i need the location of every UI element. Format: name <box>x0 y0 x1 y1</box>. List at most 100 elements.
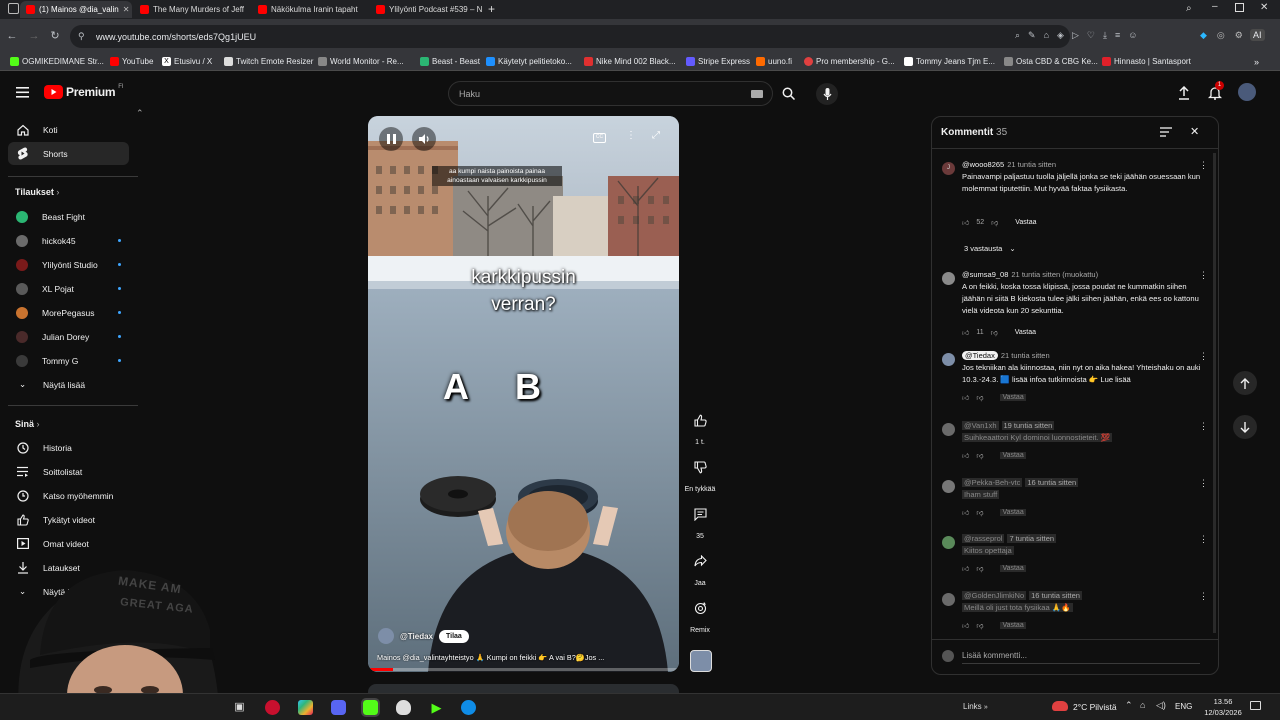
comment-avatar[interactable] <box>942 593 955 606</box>
remix-action[interactable]: Remix <box>688 596 712 634</box>
back-icon[interactable]: ← <box>6 30 18 42</box>
maximize-icon[interactable] <box>1235 3 1244 12</box>
sidebar-item-show-more[interactable]: ⌄ Näytä lisää <box>8 373 129 396</box>
voice-search-button[interactable] <box>816 83 838 105</box>
comment-time[interactable]: 21 tuntia sitten <box>1001 351 1050 360</box>
reply-button[interactable]: Vastaa <box>1000 394 1026 401</box>
hamburger-menu-icon[interactable] <box>16 87 29 98</box>
comment-menu-icon[interactable]: ⋮ <box>1199 160 1208 171</box>
dislike-icon[interactable]: 👎︎ <box>976 564 983 573</box>
sidebar-item-subscription[interactable]: Tommy G <box>8 349 129 372</box>
edit-icon[interactable]: ✎ <box>1028 30 1036 41</box>
sidebar-item-watch-later[interactable]: Katso myöhemmin <box>8 484 129 507</box>
sidebar-item-subscription[interactable]: Ylilyönti Studio <box>8 253 129 276</box>
avatar[interactable] <box>1238 83 1256 101</box>
dislike-icon[interactable]: 👎︎ <box>991 328 998 337</box>
fullscreen-icon[interactable]: ⤢ <box>652 130 660 141</box>
browser-tab[interactable]: Ylilyönti Podcast #539 – N <box>370 1 482 18</box>
extension-icon[interactable]: ⚙ <box>1235 30 1243 41</box>
reply-button[interactable]: Vastaa <box>1000 622 1026 629</box>
volume-tray-icon[interactable]: ◁) <box>1156 700 1166 711</box>
sort-icon[interactable] <box>1160 127 1172 137</box>
comment-time[interactable]: 21 tuntia sitten (muokattu) <box>1011 270 1098 279</box>
comment-author[interactable]: @Van1xh <box>962 421 999 430</box>
sidebar-item-subscription[interactable]: XL Pojat <box>8 277 129 300</box>
browser-tab[interactable]: The Many Murders of Jeff <box>134 1 250 18</box>
scrollbar[interactable] <box>1213 153 1216 633</box>
bookmark[interactable]: X Etusivu / X <box>162 57 212 66</box>
like-action[interactable]: 1 t. <box>688 408 712 446</box>
comment-time[interactable]: 16 tuntia sitten <box>1025 478 1079 487</box>
scroll-up-icon[interactable]: ⌃ <box>136 108 144 119</box>
links-toolbar[interactable]: Links » <box>963 702 988 711</box>
bookmark[interactable]: Tommy Jeans Tjm E... <box>904 57 995 66</box>
comment-menu-icon[interactable]: ⋮ <box>1199 478 1208 489</box>
comments-action[interactable]: 35 <box>688 502 712 540</box>
more-options-icon[interactable]: ⋮ <box>626 130 636 141</box>
dislike-action[interactable]: En tykkää <box>685 455 715 493</box>
dislike-icon[interactable]: 👎︎ <box>976 451 983 460</box>
play-icon[interactable]: ▷ <box>1072 30 1079 41</box>
notification-center-icon[interactable] <box>1250 701 1261 710</box>
notifications-icon[interactable]: 1 <box>1208 81 1224 100</box>
browser-tab[interactable]: (1) Mainos @dia_valin ✕ <box>20 1 132 18</box>
network-icon[interactable]: ⌂ <box>1140 700 1145 710</box>
you-header[interactable]: Sinä › <box>15 419 40 429</box>
search-input[interactable]: Haku <box>448 81 773 106</box>
comment-avatar[interactable] <box>942 536 955 549</box>
comment-menu-icon[interactable]: ⋮ <box>1199 270 1208 281</box>
close-window-icon[interactable]: ✕ <box>1260 2 1268 13</box>
bookmark[interactable]: Nike Mind 002 Black... <box>584 57 676 66</box>
sound-thumbnail[interactable] <box>690 650 712 672</box>
copilot-icon[interactable]: AI <box>1250 29 1265 41</box>
comment-avatar[interactable] <box>942 272 955 285</box>
dislike-button[interactable] <box>688 455 712 479</box>
app-icon[interactable] <box>298 700 313 715</box>
bookmark[interactable]: Käytetyt pelitietoko... <box>486 57 572 66</box>
comment-avatar[interactable]: J <box>942 162 955 175</box>
sidebar-item-subscription[interactable]: hickok45 <box>8 229 129 252</box>
keyboard-icon[interactable] <box>751 90 763 98</box>
sidebar-item-home[interactable]: Koti <box>8 118 129 141</box>
comment-author[interactable]: @GoldenJlimkiNo <box>962 591 1027 600</box>
channel-avatar[interactable] <box>378 628 394 644</box>
bookmark[interactable]: Beast - Beast <box>420 57 480 66</box>
previous-short-button[interactable] <box>1233 371 1257 395</box>
bookmark[interactable]: uuno.fi <box>756 57 792 66</box>
video-description[interactable]: Mainos @dia_valintayhteistyo 🙏 Kumpi on … <box>377 653 667 662</box>
opera-icon[interactable] <box>265 700 280 715</box>
reply-button[interactable]: Vastaa <box>1015 219 1036 226</box>
extension-icon[interactable]: ◆ <box>1200 30 1207 41</box>
sidebar-item-my-videos[interactable]: Omat videot <box>8 532 129 555</box>
bookmark[interactable]: YouTube <box>110 57 153 66</box>
more-bookmarks-icon[interactable]: » <box>1254 57 1259 67</box>
reply-button[interactable]: Vastaa <box>1015 329 1036 336</box>
remix-button[interactable] <box>688 596 712 620</box>
comment-menu-icon[interactable]: ⋮ <box>1199 534 1208 545</box>
language-indicator[interactable]: ENG <box>1175 702 1192 711</box>
profile-icon[interactable]: ☺ <box>1128 30 1137 41</box>
bookmark[interactable]: Osta CBD & CBG Ke... <box>1004 57 1098 66</box>
like-icon[interactable]: 👍︎ <box>962 328 969 337</box>
dislike-icon[interactable]: 👎︎ <box>976 393 983 402</box>
next-video-preview[interactable] <box>368 684 679 693</box>
comment-time[interactable]: 21 tuntia sitten <box>1007 160 1056 169</box>
forward-icon[interactable]: → <box>28 30 40 42</box>
sidebar-item-shorts[interactable]: Shorts <box>8 142 129 165</box>
streaming-app-icon[interactable]: ▶ <box>429 700 444 715</box>
channel-name[interactable]: @Tiedax <box>400 632 433 641</box>
search-button[interactable] <box>773 81 803 106</box>
kick-icon[interactable] <box>361 698 380 717</box>
dislike-icon[interactable]: 👎︎ <box>976 508 983 517</box>
new-tab-icon[interactable]: + <box>488 2 495 16</box>
next-short-button[interactable] <box>1233 415 1257 439</box>
edge-icon[interactable] <box>461 700 476 715</box>
comment-menu-icon[interactable]: ⋮ <box>1199 351 1208 362</box>
bookmark[interactable]: Twitch Emote Resizer <box>224 57 313 66</box>
comments-button[interactable] <box>688 502 712 526</box>
menu-icon[interactable]: ≡ <box>1115 30 1120 41</box>
like-icon[interactable]: 👍︎ <box>962 621 969 630</box>
pause-button[interactable] <box>379 127 403 151</box>
tray-expand-icon[interactable]: ⌃ <box>1125 700 1133 711</box>
upload-icon[interactable] <box>1178 86 1190 100</box>
